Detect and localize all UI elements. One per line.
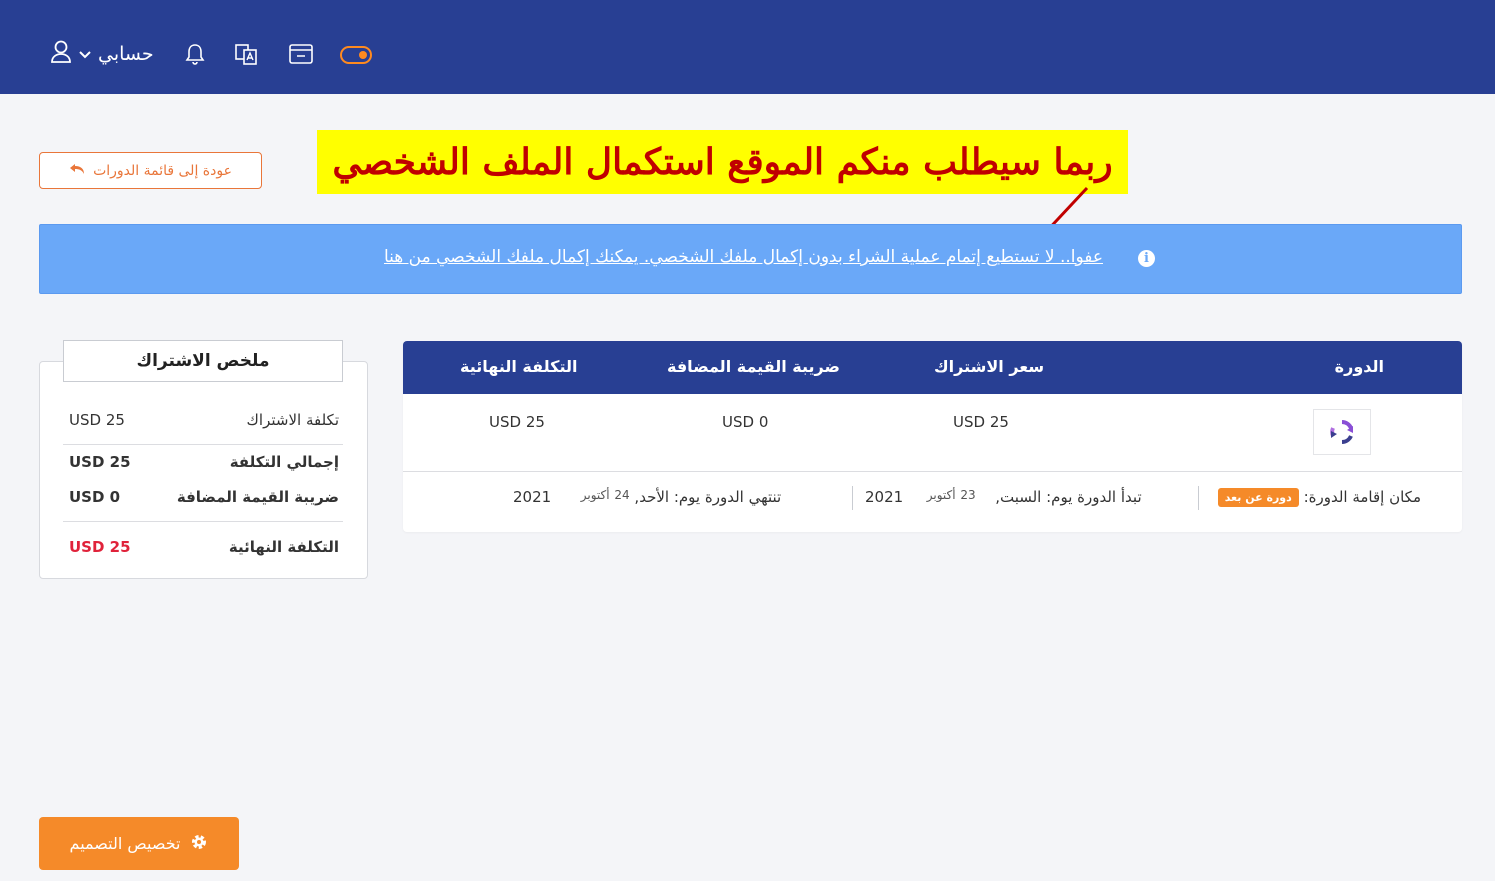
summary-title: ملخص الاشتراك	[63, 340, 343, 382]
cell-vat: USD 0	[722, 413, 769, 431]
row-divider	[403, 471, 1462, 472]
chevron-down-icon	[78, 45, 92, 64]
summary-row-final-cost: USD 25 التكلفة النهائية	[69, 538, 339, 556]
cell-price: USD 25	[953, 413, 1009, 431]
info-icon: i	[1138, 250, 1155, 267]
account-label: حسابي	[98, 43, 154, 65]
end-day: 24	[614, 488, 630, 502]
start-month: أكتوبر	[926, 488, 956, 502]
end-year: 2021	[513, 488, 552, 506]
start-label: تبدأ الدورة يوم: السبت,	[995, 488, 1142, 506]
annotation-banner: ربما سيطلب منكم الموقع استكمال الملف الش…	[317, 130, 1128, 194]
course-start-date: تبدأ الدورة يوم: السبت, 23 أكتوبر 2021	[865, 488, 1142, 506]
header-course: الدورة	[1334, 357, 1384, 376]
table-header: الدورة سعر الاشتراك ضريبة القيمة المضافة…	[403, 341, 1462, 394]
summary-label: التكلفة النهائية	[228, 538, 339, 556]
back-to-courses-label: عودة إلى قائمة الدورات	[93, 162, 232, 179]
profile-alert: عفوا.. لا تستطيع إتمام عملية الشراء بدون…	[39, 224, 1462, 294]
start-day: 23	[960, 488, 976, 502]
order-table: الدورة سعر الاشتراك ضريبة القيمة المضافة…	[403, 341, 1462, 532]
start-year: 2021	[865, 488, 904, 506]
translate-icon[interactable]	[232, 40, 260, 68]
account-menu[interactable]: حسابي	[50, 38, 154, 70]
location-label: مكان إقامة الدورة:	[1303, 488, 1421, 506]
summary-label: ضريبة القيمة المضافة	[176, 488, 339, 506]
header-final-cost: التكلفة النهائية	[460, 357, 578, 376]
divider	[63, 444, 343, 445]
top-navbar: حسابي	[0, 0, 1495, 94]
divider	[1198, 486, 1199, 510]
course-end-date: تنتهي الدورة يوم: الأحد, 24 أكتوبر 2021	[513, 488, 781, 506]
customize-design-button[interactable]: تخصيص التصميم	[39, 817, 239, 870]
complete-profile-link[interactable]: عفوا.. لا تستطيع إتمام عملية الشراء بدون…	[384, 247, 1103, 267]
summary-value: USD 25	[69, 411, 125, 429]
header-price: سعر الاشتراك	[934, 357, 1045, 376]
customize-design-label: تخصيص التصميم	[69, 834, 181, 853]
course-logo[interactable]	[1313, 409, 1371, 455]
online-course-badge: دورة عن بعد	[1217, 488, 1299, 507]
summary-label: تكلفة الاشتراك	[246, 411, 339, 429]
summary-value: USD 25	[69, 453, 131, 471]
header-vat: ضريبة القيمة المضافة	[667, 357, 840, 376]
theme-toggle[interactable]	[340, 46, 372, 64]
divider	[852, 486, 853, 510]
window-icon[interactable]	[287, 40, 315, 68]
summary-label: إجمالي التكلفة	[229, 453, 339, 471]
course-logo-icon	[1330, 420, 1353, 444]
back-to-courses-button[interactable]: عودة إلى قائمة الدورات	[39, 152, 262, 189]
user-icon	[50, 40, 72, 68]
divider	[63, 521, 343, 522]
summary-value: USD 0	[69, 488, 121, 506]
bell-icon[interactable]	[181, 40, 209, 68]
summary-row-vat: USD 0 ضريبة القيمة المضافة	[69, 488, 339, 506]
course-location: مكان إقامة الدورة: دورة عن بعد	[1217, 488, 1421, 507]
end-label: تنتهي الدورة يوم: الأحد,	[634, 488, 782, 506]
gear-icon	[190, 833, 208, 855]
reply-arrow-icon	[69, 163, 85, 179]
summary-row-subscription-cost: USD 25 تكلفة الاشتراك	[69, 411, 339, 429]
summary-row-total-cost: USD 25 إجمالي التكلفة	[69, 453, 339, 471]
summary-value: USD 25	[69, 538, 131, 556]
cell-final-cost: USD 25	[489, 413, 545, 431]
end-month: أكتوبر	[580, 488, 610, 502]
